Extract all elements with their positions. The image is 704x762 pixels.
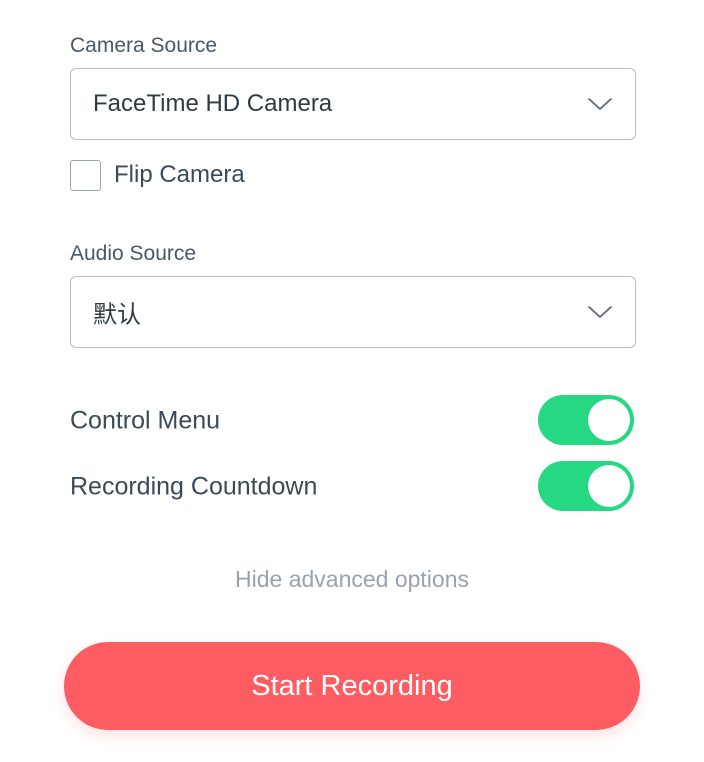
toggle-knob	[588, 465, 630, 507]
hide-advanced-options-link[interactable]: Hide advanced options	[0, 566, 704, 593]
recording-countdown-row: Recording Countdown	[70, 461, 636, 513]
flip-camera-checkbox[interactable]	[70, 159, 101, 191]
camera-source-select[interactable]: FaceTime HD Camera	[70, 68, 636, 140]
toggle-knob	[588, 399, 630, 441]
flip-camera-label[interactable]: Flip Camera	[114, 161, 245, 189]
camera-source-label: Camera Source	[70, 34, 218, 57]
flip-camera-row[interactable]: Flip Camera	[70, 158, 245, 192]
recording-countdown-toggle[interactable]	[538, 461, 634, 511]
start-recording-label: Start Recording	[251, 669, 453, 702]
chevron-down-icon	[588, 306, 612, 318]
audio-source-label: Audio Source	[70, 242, 197, 265]
camera-source-value: FaceTime HD Camera	[93, 90, 333, 117]
control-menu-label: Control Menu	[70, 406, 221, 435]
audio-source-value: 默认	[93, 301, 141, 329]
recording-countdown-label: Recording Countdown	[70, 472, 318, 501]
audio-source-select[interactable]: 默认	[70, 276, 636, 348]
recording-settings-panel: Camera Source FaceTime HD Camera Flip Ca…	[0, 0, 704, 762]
control-menu-row: Control Menu	[70, 395, 636, 447]
control-menu-toggle[interactable]	[538, 395, 634, 445]
chevron-down-icon	[588, 98, 612, 110]
start-recording-button[interactable]: Start Recording	[64, 642, 640, 730]
